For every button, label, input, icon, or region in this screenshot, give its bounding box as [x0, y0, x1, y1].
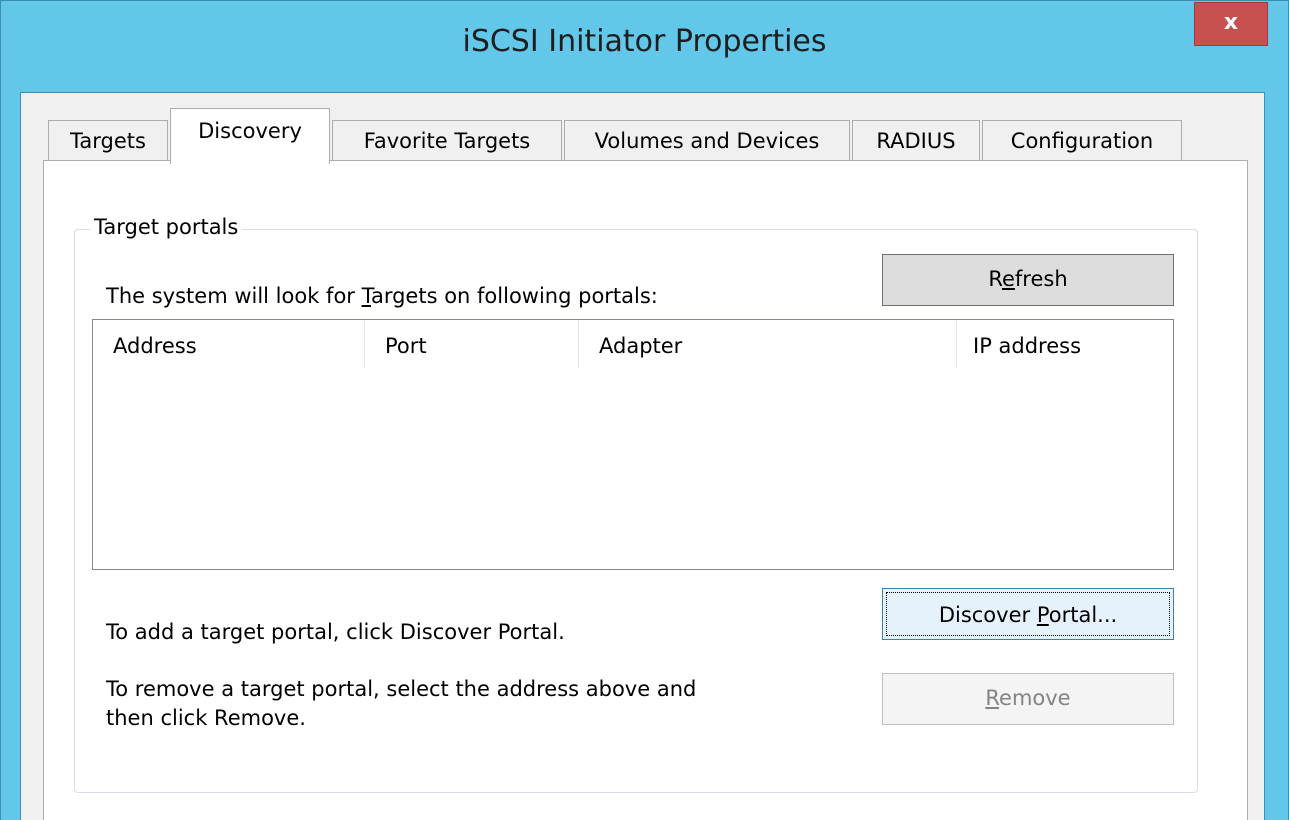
discover-portal-button[interactable]: Discover Portal... — [882, 588, 1174, 640]
remove-portal-hint-line2: then click Remove. — [106, 706, 306, 730]
window-title: iSCSI Initiator Properties — [462, 24, 827, 59]
column-header-ip-address[interactable]: IP address — [957, 320, 1173, 368]
tab-configuration[interactable]: Configuration — [982, 120, 1182, 162]
column-header-adapter[interactable]: Adapter — [579, 320, 957, 368]
portals-list-header: Address Port Adapter IP address — [93, 320, 1173, 368]
tab-volumes-and-devices[interactable]: Volumes and Devices — [564, 120, 850, 162]
tab-favorite-targets[interactable]: Favorite Targets — [332, 120, 562, 162]
intro-mnemonic: T — [361, 284, 371, 308]
column-header-port[interactable]: Port — [365, 320, 579, 368]
add-portal-hint: To add a target portal, click Discover P… — [106, 620, 565, 644]
refresh-button[interactable]: Refresh — [882, 254, 1174, 306]
remove-button[interactable]: Remove — [882, 673, 1174, 725]
tab-discovery[interactable]: Discovery — [170, 108, 330, 164]
remove-portal-hint-line1: To remove a target portal, select the ad… — [106, 677, 697, 701]
target-portals-intro: The system will look for Targets on foll… — [106, 284, 658, 308]
tab-radius[interactable]: RADIUS — [852, 120, 980, 162]
tab-targets[interactable]: Targets — [48, 120, 168, 162]
portals-list[interactable]: Address Port Adapter IP address — [92, 319, 1174, 570]
target-portals-group-label: Target portals — [90, 215, 243, 239]
close-button[interactable]: x — [1194, 2, 1268, 46]
focus-rectangle: Discover Portal... — [886, 592, 1170, 636]
column-header-address[interactable]: Address — [93, 320, 365, 368]
